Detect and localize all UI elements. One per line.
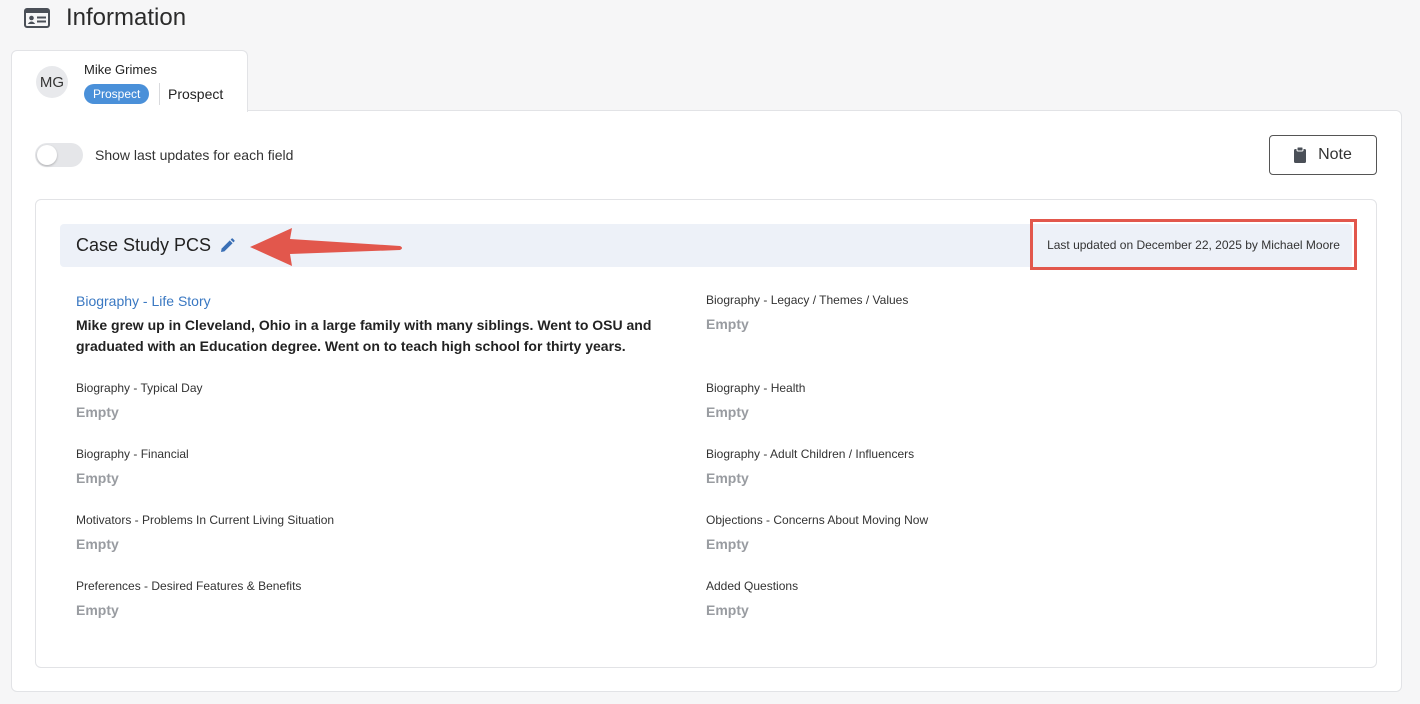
field-financial: Biography - Financial Empty (76, 447, 189, 486)
field-motivators: Motivators - Problems In Current Living … (76, 513, 334, 552)
field-label: Biography - Legacy / Themes / Values (706, 293, 909, 307)
field-label: Biography - Health (706, 381, 806, 395)
field-label: Biography - Financial (76, 447, 189, 461)
field-typical-day: Biography - Typical Day Empty (76, 381, 203, 420)
contact-tab[interactable]: MG Mike Grimes Prospect Prospect (11, 50, 248, 112)
page-title: Information (66, 4, 187, 31)
note-button[interactable]: Note (1269, 135, 1377, 175)
field-value: Empty (706, 316, 749, 332)
annotation-arrow (250, 228, 402, 266)
toggle-knob (37, 145, 57, 165)
clipboard-icon (1294, 147, 1307, 163)
last-updated-text: Last updated on December 22, 2025 by Mic… (1047, 237, 1340, 252)
field-label: Added Questions (706, 579, 799, 593)
field-label: Motivators - Problems In Current Living … (76, 513, 335, 527)
field-value: Empty (76, 470, 119, 486)
divider (159, 83, 160, 105)
field-value: Empty (706, 602, 749, 618)
field-added-questions: Added Questions Empty (706, 579, 798, 618)
pencil-icon[interactable] (219, 238, 235, 254)
avatar: MG (36, 66, 68, 98)
field-label: Objections - Concerns About Moving Now (706, 513, 929, 527)
field-value: Empty (706, 470, 749, 486)
field-value: Empty (76, 602, 119, 618)
field-label: Preferences - Desired Features & Benefit… (76, 579, 302, 593)
field-objections: Objections - Concerns About Moving Now E… (706, 513, 928, 552)
field-health: Biography - Health Empty (706, 381, 805, 420)
field-value: Empty (76, 404, 119, 420)
page-header: Information (24, 4, 186, 32)
toggle-label: Show last updates for each field (95, 147, 294, 163)
field-value: Empty (706, 536, 749, 552)
status-badge: Prospect (84, 84, 150, 104)
toggle-row: Show last updates for each field (35, 143, 293, 167)
field-preferences: Preferences - Desired Features & Benefit… (76, 579, 301, 618)
last-updated-highlight: Last updated on December 22, 2025 by Mic… (1030, 219, 1357, 270)
field-legacy: Biography - Legacy / Themes / Values Emp… (706, 293, 908, 332)
field-value: Empty (706, 404, 749, 420)
field-label: Biography - Typical Day (76, 381, 203, 395)
id-card-icon (24, 8, 50, 28)
field-life-story: Biography - Life Story Mike grew up in C… (76, 293, 656, 357)
field-value: Mike grew up in Cleveland, Ohio in a lar… (76, 317, 652, 354)
contact-type: Prospect (168, 86, 224, 102)
section-title: Case Study PCS (76, 235, 212, 255)
note-button-label: Note (1318, 146, 1352, 163)
field-adult-children: Biography - Adult Children / Influencers… (706, 447, 914, 486)
field-label: Biography - Adult Children / Influencers (706, 447, 915, 461)
show-updates-toggle[interactable] (35, 143, 83, 167)
field-value: Empty (76, 536, 119, 552)
field-label[interactable]: Biography - Life Story (76, 293, 656, 309)
contact-name: Mike Grimes (84, 62, 157, 77)
